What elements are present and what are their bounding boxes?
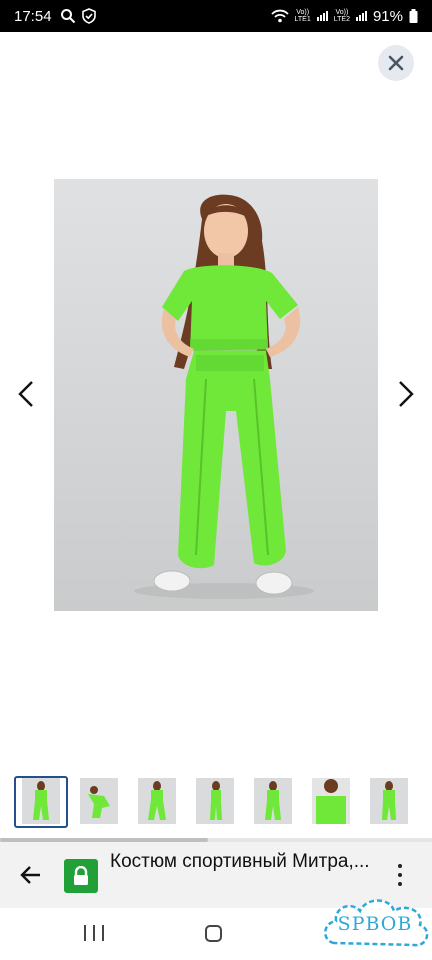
thumbnail-photo	[148, 781, 166, 820]
thumbnail-photo	[210, 781, 222, 820]
status-time: 17:54	[14, 7, 52, 25]
page-title[interactable]: Костюм спортивный Митра,...	[110, 851, 380, 873]
previous-image-button[interactable]	[12, 377, 40, 411]
arrow-left-icon	[20, 866, 40, 884]
thumbnail-photo	[88, 786, 110, 818]
search-icon	[60, 9, 75, 24]
sim2-indicator: Vo)) LTE2	[334, 9, 350, 23]
site-security-button[interactable]	[64, 859, 98, 893]
home-button[interactable]	[205, 925, 222, 942]
thumbnail-3[interactable]	[138, 778, 176, 824]
back-button[interactable]	[18, 862, 44, 888]
signal-icon	[316, 11, 328, 21]
chevron-left-icon	[18, 381, 33, 407]
sim2-sub: LTE2	[333, 16, 350, 23]
sim1-label: Vo))	[296, 9, 310, 16]
watermark-logo: SPBOB	[320, 893, 430, 955]
more-menu-button[interactable]	[390, 862, 410, 888]
thumbnail-photo	[265, 781, 281, 820]
thumbnail-photo	[382, 781, 396, 820]
thumbnail-7[interactable]	[370, 778, 408, 824]
recent-apps-button[interactable]	[84, 925, 104, 943]
thumbnail-5[interactable]	[254, 778, 292, 824]
next-image-button[interactable]	[392, 377, 420, 411]
thumbnail-2[interactable]	[80, 778, 118, 824]
dot-icon	[398, 881, 402, 886]
battery-icon	[409, 9, 418, 23]
watermark-text: SPBOB	[337, 913, 413, 935]
thumbnail-photo	[33, 781, 49, 820]
sim1-indicator: Vo)) LTE1	[295, 9, 311, 23]
close-button[interactable]	[378, 45, 414, 81]
shield-check-icon	[81, 8, 96, 24]
product-main-image[interactable]	[54, 179, 378, 611]
thumbnail-1[interactable]	[22, 778, 60, 824]
product-photo	[134, 194, 314, 599]
lock-icon	[74, 866, 88, 885]
sim1-sub: LTE1	[294, 16, 311, 23]
dot-icon	[398, 864, 402, 869]
chevron-right-icon	[399, 381, 414, 407]
dot-icon	[398, 872, 402, 877]
thumbnail-6[interactable]	[312, 778, 350, 824]
thumbnail-photo	[312, 778, 350, 824]
battery-percent: 91%	[372, 7, 403, 25]
status-bar: 17:54 Vo)) LTE1 Vo)) LTE2 91%	[0, 0, 432, 32]
sim2-label: Vo))	[335, 9, 349, 16]
signal-icon-2	[355, 11, 367, 21]
thumbnail-strip	[0, 772, 432, 832]
wifi-icon	[270, 9, 289, 23]
close-icon	[388, 55, 404, 71]
thumbnail-4[interactable]	[196, 778, 234, 824]
